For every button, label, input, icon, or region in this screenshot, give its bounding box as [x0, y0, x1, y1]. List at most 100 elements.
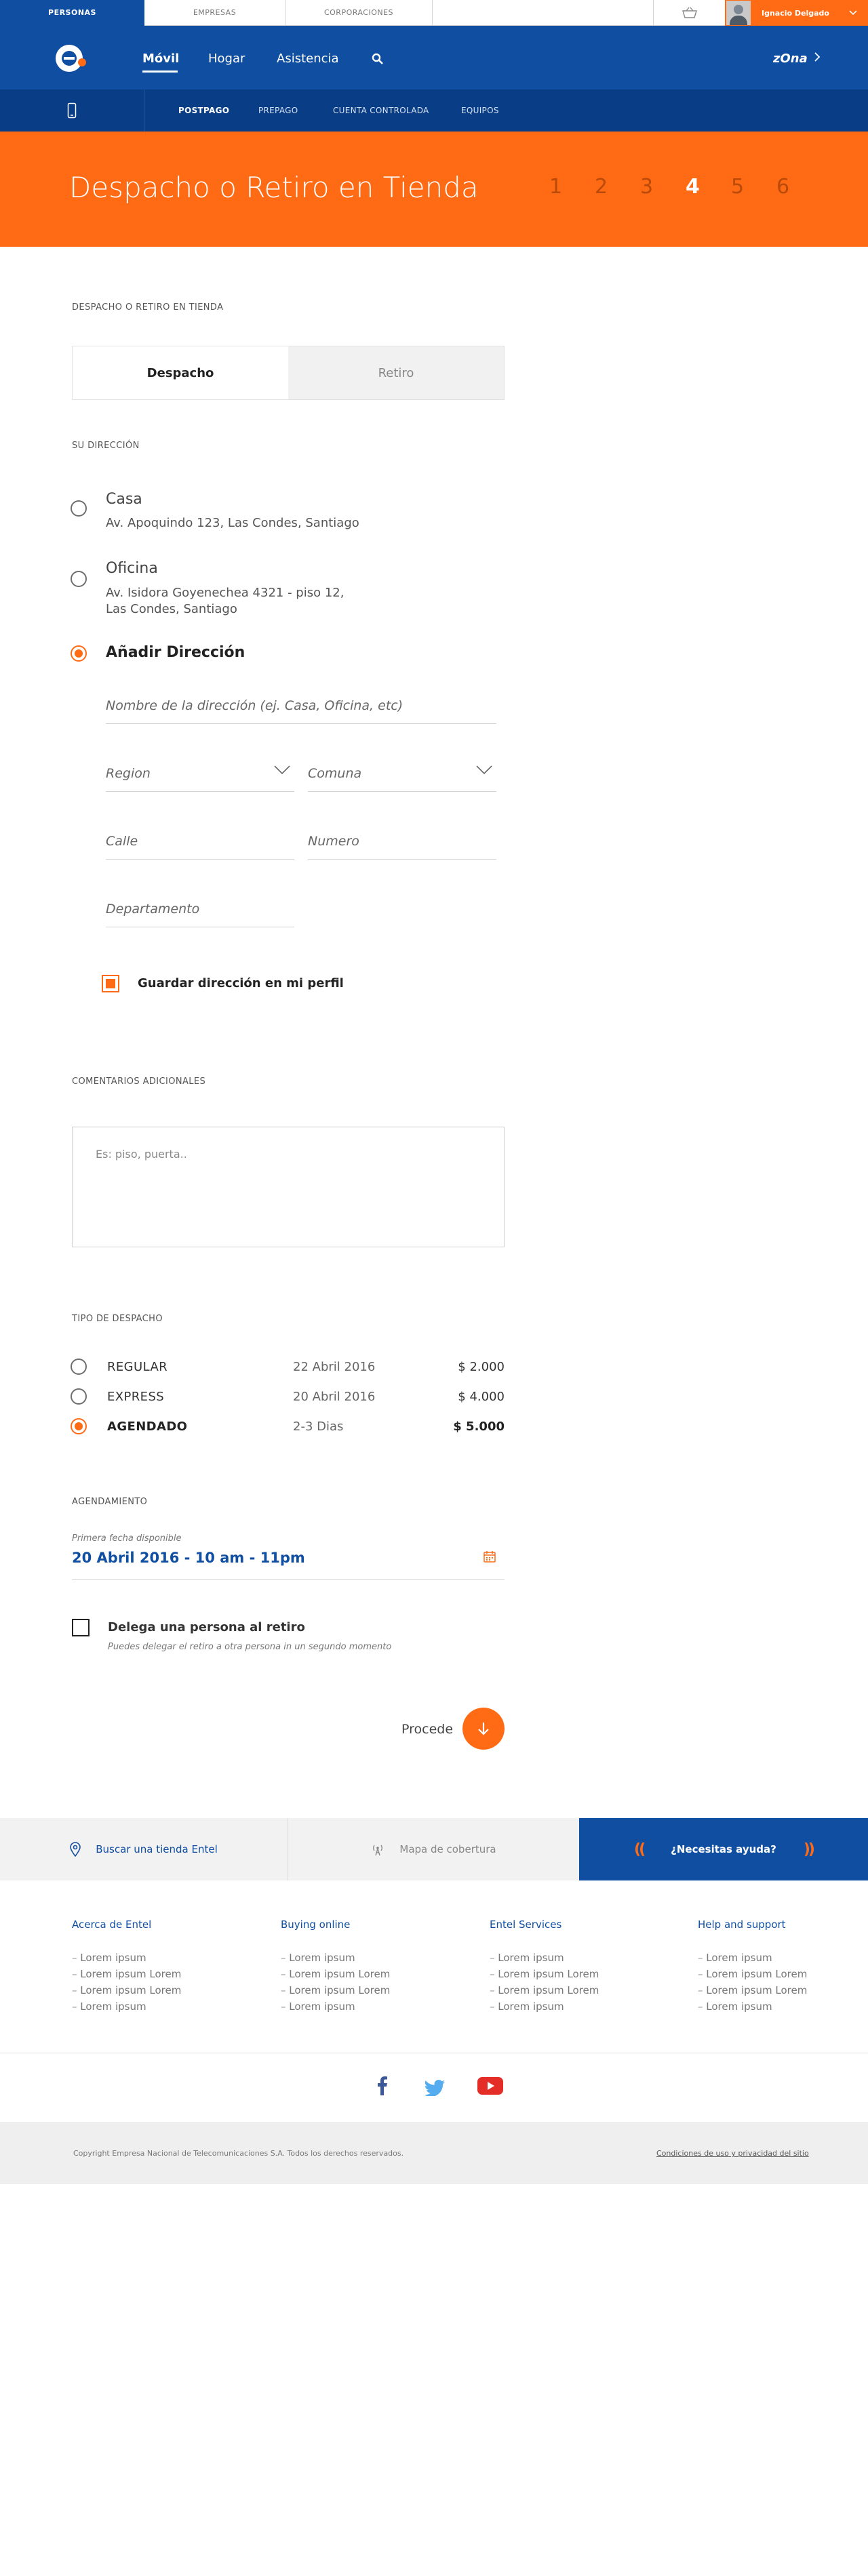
subnav-cuenta-controlada[interactable]: CUENTA CONTROLADA: [333, 106, 429, 115]
nav-movil[interactable]: Móvil: [142, 52, 179, 66]
save-address-checkbox[interactable]: [102, 975, 119, 992]
footer-link[interactable]: Lorem ipsum Lorem: [698, 1982, 861, 1998]
region-select[interactable]: Region: [106, 754, 294, 792]
footer-link[interactable]: Lorem ipsum Lorem: [490, 1966, 666, 1982]
segment-personas[interactable]: PERSONAS: [0, 0, 144, 26]
user-menu[interactable]: Ignacio Delgado: [725, 0, 868, 26]
sub-nav: POSTPAGO PREPAGO CUENTA CONTROLADA EQUIP…: [0, 89, 868, 132]
proceed-label[interactable]: Procede: [401, 1722, 453, 1737]
save-address-label: Guardar dirección en mi perfil: [138, 976, 344, 990]
coverage-map-link[interactable]: Mapa de cobertura: [288, 1818, 579, 1880]
footer-link[interactable]: Lorem ipsum Lorem: [281, 1966, 457, 1982]
footer-link[interactable]: Lorem ipsum Lorem: [698, 1966, 861, 1982]
footer-link[interactable]: Lorem ipsum: [490, 1998, 666, 2015]
mobile-section[interactable]: [0, 89, 144, 132]
footer-link[interactable]: Lorem ipsum: [698, 1998, 861, 2015]
footer-column-title: Buying online: [281, 1918, 351, 1931]
step-indicator: 1 2 3 4 5 6: [549, 175, 822, 199]
address-radio-oficina[interactable]: [71, 571, 87, 587]
footer-column-title: Entel Services: [490, 1918, 562, 1931]
step-6: 6: [776, 175, 790, 199]
step-2: 2: [595, 175, 608, 199]
youtube-icon[interactable]: [477, 2077, 503, 2097]
departamento-field[interactable]: Departamento: [106, 889, 294, 927]
delivery-tabs: Despacho Retiro: [72, 346, 505, 400]
twitter-icon[interactable]: [424, 2080, 446, 2099]
subnav-equipos[interactable]: EQUIPOS: [461, 106, 499, 115]
help-label: ¿Necesitas ayuda?: [671, 1843, 776, 1855]
segment-empresas[interactable]: EMPRESAS: [144, 0, 285, 26]
chevron-down-icon: [476, 765, 492, 778]
delegate-label: Delega una persona al retiro: [108, 1620, 305, 1634]
find-store-link[interactable]: Buscar una tienda Entel: [0, 1818, 288, 1880]
footer-link[interactable]: Lorem ipsum Lorem: [490, 1982, 666, 1998]
shipping-name-express: EXPRESS: [107, 1390, 165, 1404]
calendar-icon[interactable]: [483, 1550, 496, 1566]
copyright-text: Copyright Empresa Nacional de Telecomuni…: [73, 2149, 404, 2158]
shipping-radio-express[interactable]: [71, 1388, 87, 1405]
zona-link[interactable]: zOna: [773, 52, 808, 66]
numero-placeholder: Numero: [308, 834, 359, 849]
comments-textarea[interactable]: Es: piso, puerta..: [72, 1127, 505, 1247]
chevron-down-icon: [849, 8, 857, 18]
help-button[interactable]: (( ¿Necesitas ayuda? )): [579, 1818, 868, 1880]
logo-dot: [78, 58, 86, 66]
footer-link[interactable]: Lorem ipsum Lorem: [72, 1966, 248, 1982]
footer-link[interactable]: Lorem ipsum Lorem: [281, 1982, 457, 1998]
subnav-postpago[interactable]: POSTPAGO: [178, 106, 229, 115]
region-placeholder: Region: [106, 766, 151, 781]
schedule-underline: [72, 1579, 505, 1580]
schedule-hint: Primera fecha disponible: [72, 1533, 182, 1544]
tab-despacho[interactable]: Despacho: [73, 346, 288, 399]
search-icon[interactable]: [372, 53, 384, 68]
footer-column-about: Acerca de Entel Lorem ipsum Lorem ipsum …: [72, 1918, 248, 2015]
segment-corporaciones[interactable]: CORPORACIONES: [285, 0, 433, 26]
tab-retiro[interactable]: Retiro: [288, 346, 504, 399]
calle-field[interactable]: Calle: [106, 822, 294, 860]
schedule-value[interactable]: 20 Abril 2016 - 10 am - 11pm: [72, 1550, 305, 1566]
subnav-prepago[interactable]: PREPAGO: [258, 106, 298, 115]
nav-hogar[interactable]: Hogar: [208, 52, 245, 66]
section-title-schedule: AGENDAMIENTO: [72, 1497, 148, 1507]
entel-logo[interactable]: [56, 45, 83, 72]
section-title-delivery: DESPACHO O RETIRO EN TIENDA: [72, 302, 224, 313]
privacy-link[interactable]: Condiciones de uso y privacidad del siti…: [656, 2149, 809, 2158]
address-line-casa: Av. Apoquindo 123, Las Condes, Santiago: [106, 516, 359, 530]
delegate-checkbox[interactable]: [72, 1619, 90, 1636]
footer-link[interactable]: Lorem ipsum: [281, 1998, 457, 2015]
avatar: [726, 1, 751, 25]
address-radio-casa[interactable]: [71, 500, 87, 517]
comuna-select[interactable]: Comuna: [308, 754, 496, 792]
nav-asistencia[interactable]: Asistencia: [277, 52, 339, 66]
address-name-field[interactable]: Nombre de la dirección (ej. Casa, Oficin…: [106, 686, 496, 724]
shipping-name-agendado: AGENDADO: [107, 1420, 188, 1434]
footer-column-buying: Buying online Lorem ipsum Lorem ipsum Lo…: [281, 1918, 457, 2015]
shipping-radio-agendado[interactable]: [71, 1418, 87, 1434]
footer-link[interactable]: Lorem ipsum Lorem: [72, 1982, 248, 1998]
shipping-price-agendado: $ 5.000: [453, 1420, 505, 1434]
calle-placeholder: Calle: [106, 834, 138, 849]
numero-field[interactable]: Numero: [308, 822, 496, 860]
comuna-placeholder: Comuna: [308, 766, 362, 781]
footer-column-title: Acerca de Entel: [72, 1918, 152, 1931]
footer-link[interactable]: Lorem ipsum: [490, 1950, 666, 1966]
footer-link[interactable]: Lorem ipsum: [72, 1998, 248, 2015]
chevron-right-icon[interactable]: [814, 52, 821, 65]
facebook-icon[interactable]: [377, 2076, 388, 2099]
address-name-oficina: Oficina: [106, 560, 158, 577]
footer-column-services: Entel Services Lorem ipsum Lorem ipsum L…: [490, 1918, 666, 2015]
address-line-oficina-2: Las Condes, Santiago: [106, 602, 237, 616]
footer-link[interactable]: Lorem ipsum: [72, 1950, 248, 1966]
proceed-button[interactable]: [462, 1708, 505, 1750]
address-radio-new[interactable]: [71, 645, 87, 662]
add-address-label: Añadir Dirección: [106, 644, 245, 661]
shipping-radio-regular[interactable]: [71, 1359, 87, 1375]
footer-link[interactable]: Lorem ipsum: [281, 1950, 457, 1966]
hero-banner: Despacho o Retiro en Tienda 1 2 3 4 5 6: [0, 132, 868, 247]
footer-link[interactable]: Lorem ipsum: [698, 1950, 861, 1966]
cart-button[interactable]: [653, 0, 725, 26]
location-pin-icon: [70, 1842, 81, 1857]
phone-icon: [67, 102, 77, 119]
coverage-map-label: Mapa de cobertura: [399, 1843, 496, 1855]
basket-icon: [682, 7, 697, 18]
